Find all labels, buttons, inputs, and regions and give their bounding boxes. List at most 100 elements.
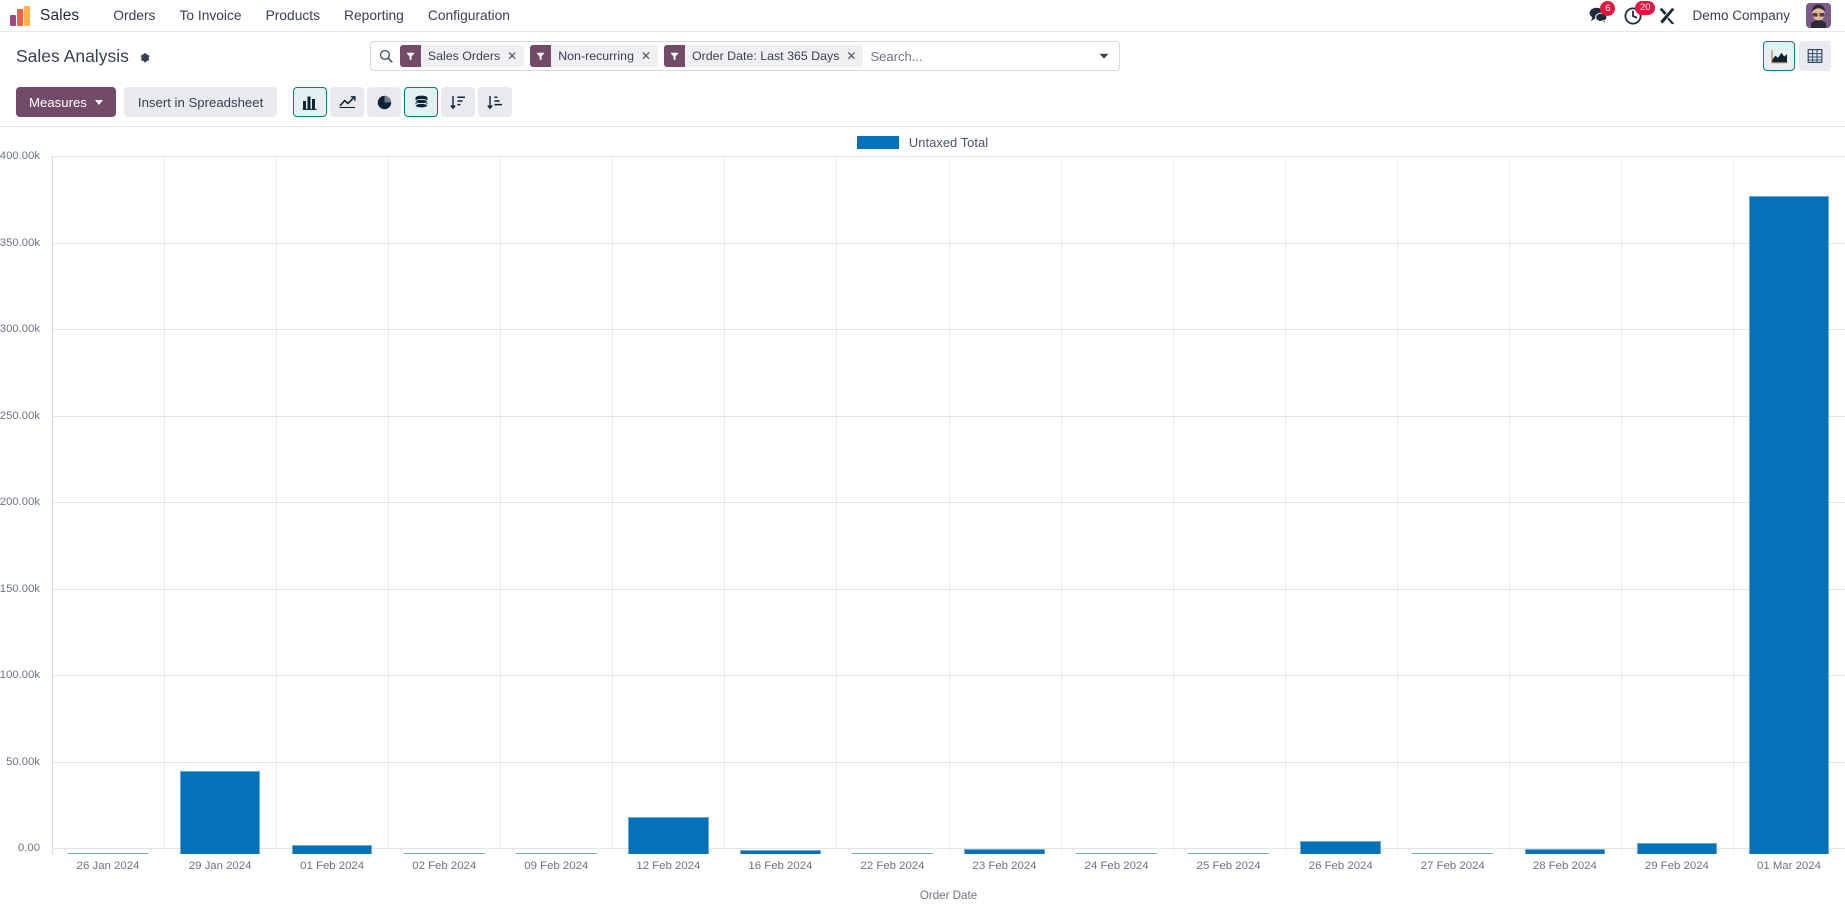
- bar-01-mar-2024[interactable]: [1748, 195, 1830, 854]
- bar-slot: [949, 156, 1061, 854]
- facet-remove-icon[interactable]: ✕: [846, 49, 863, 63]
- insert-in-spreadsheet-button[interactable]: Insert in Spreadsheet: [123, 87, 278, 117]
- bar-slot: [276, 156, 388, 854]
- messages-count-badge: 6: [1600, 1, 1616, 16]
- stacked-button[interactable]: [404, 87, 439, 117]
- bar-slot: [164, 156, 276, 854]
- company-name[interactable]: Demo Company: [1692, 8, 1790, 23]
- view-switcher: [1763, 41, 1831, 71]
- bar-chart-button[interactable]: [293, 87, 328, 117]
- bar-slot: [500, 156, 612, 854]
- facet-sales-orders[interactable]: Sales Orders ✕: [399, 45, 525, 67]
- y-axis-tick-label: 300.00k: [0, 323, 40, 335]
- bar-09-feb-2024[interactable]: [515, 852, 597, 854]
- nav-item-to-invoice[interactable]: To Invoice: [167, 4, 253, 27]
- filter-icon: [530, 45, 552, 67]
- x-axis-tick-label: 27 Feb 2024: [1420, 860, 1485, 872]
- search-facets: Sales Orders ✕ Non-recurring ✕ Order Dat…: [399, 45, 864, 67]
- activities-button[interactable]: 20: [1624, 0, 1656, 25]
- x-axis-tick-label: 25 Feb 2024: [1196, 860, 1261, 872]
- y-axis-tick-label: 200.00k: [0, 496, 40, 508]
- bar-01-feb-2024[interactable]: [291, 845, 373, 854]
- bar-26-jan-2024[interactable]: [67, 852, 149, 854]
- plot-area: [52, 156, 1845, 854]
- sort-ascending-button[interactable]: [478, 87, 513, 117]
- x-axis-tick-label: 26 Jan 2024: [76, 860, 140, 872]
- measures-button[interactable]: Measures: [16, 87, 116, 117]
- view-switcher-pivot[interactable]: [1799, 41, 1831, 71]
- facet-label: Order Date: Last 365 Days: [692, 49, 840, 63]
- messages-button[interactable]: 6: [1589, 1, 1616, 24]
- tools-icon[interactable]: [1658, 7, 1676, 25]
- control-panel: Sales Analysis Sales Orders ✕ Non-recurr…: [0, 32, 1845, 127]
- chart-type-button-group: [293, 87, 513, 117]
- bar-29-feb-2024[interactable]: [1636, 843, 1718, 854]
- measures-label: Measures: [29, 94, 87, 110]
- legend-label-untaxed-total: Untaxed Total: [908, 135, 989, 150]
- x-axis-tick-label: 09 Feb 2024: [524, 860, 589, 872]
- bar-29-jan-2024[interactable]: [179, 771, 261, 854]
- view-switcher-graph[interactable]: [1763, 41, 1795, 71]
- x-axis-tick-label: 12 Feb 2024: [636, 860, 701, 872]
- y-axis-tick-label: 400.00k: [0, 150, 40, 162]
- bar-slot: [52, 156, 164, 854]
- bar-series-untaxed-total: [52, 156, 1845, 854]
- bar-26-feb-2024[interactable]: [1300, 841, 1382, 854]
- bar-slot: [1621, 156, 1733, 854]
- page-title: Sales Analysis: [16, 46, 150, 67]
- facet-order-date[interactable]: Order Date: Last 365 Days ✕: [664, 45, 864, 67]
- facet-label: Sales Orders: [427, 49, 501, 63]
- nav-item-configuration[interactable]: Configuration: [416, 4, 522, 27]
- y-axis-tick-label: 250.00k: [0, 409, 40, 422]
- line-chart-button[interactable]: [330, 87, 365, 117]
- x-axis-tick-label: 29 Jan 2024: [188, 860, 252, 872]
- bar-slot: [724, 156, 836, 854]
- bar-slot: [1061, 156, 1173, 854]
- x-axis-tick-labels: 26 Jan 2024 29 Jan 2024 01 Feb 2024 02 Feb …: [52, 860, 1845, 878]
- bar-25-feb-2024[interactable]: [1188, 852, 1269, 854]
- control-panel-top-row: Sales Analysis Sales Orders ✕ Non-recurr…: [0, 32, 1845, 80]
- bar-slot: [1509, 156, 1621, 854]
- nav-item-reporting[interactable]: Reporting: [332, 4, 416, 27]
- bar-slot: [1397, 156, 1509, 854]
- bar-24-feb-2024[interactable]: [1076, 852, 1157, 854]
- chart-toolbar: Measures Insert in Spreadsheet: [0, 80, 1845, 126]
- bar-slot: [1733, 156, 1845, 854]
- y-axis-tick-label: 150.00k: [0, 582, 40, 595]
- pie-chart-button[interactable]: [367, 87, 402, 117]
- bar-22-feb-2024[interactable]: [852, 852, 933, 854]
- bar-28-feb-2024[interactable]: [1524, 848, 1606, 854]
- x-axis-tick-label: 01 Feb 2024: [300, 860, 365, 872]
- chevron-down-icon[interactable]: [1091, 53, 1117, 60]
- x-axis-title: Order Date: [919, 889, 978, 902]
- filter-icon: [664, 45, 686, 67]
- bar-16-feb-2024[interactable]: [740, 850, 821, 854]
- bar-23-feb-2024[interactable]: [964, 848, 1045, 854]
- bar-27-feb-2024[interactable]: [1412, 852, 1494, 854]
- app-name[interactable]: Sales: [40, 7, 79, 25]
- search-view[interactable]: Sales Orders ✕ Non-recurring ✕ Order Dat…: [369, 41, 1120, 71]
- navbar-right-section: 6 20 Demo Company: [1589, 0, 1831, 28]
- x-axis-tick-label: 24 Feb 2024: [1084, 860, 1149, 872]
- activities-count-badge: 20: [1635, 0, 1656, 15]
- top-navbar: Sales Orders To Invoice Products Reporti…: [0, 0, 1845, 32]
- nav-item-products[interactable]: Products: [254, 4, 332, 27]
- facet-label: Non-recurring: [558, 49, 634, 63]
- sort-descending-button[interactable]: [441, 87, 476, 117]
- y-axis-tick-label: 50.00k: [6, 755, 40, 768]
- y-axis-tick-label: 100.00k: [0, 669, 40, 681]
- facet-remove-icon[interactable]: ✕: [507, 49, 524, 63]
- x-axis-tick-label: 29 Feb 2024: [1644, 860, 1709, 872]
- bar-02-feb-2024[interactable]: [403, 852, 485, 854]
- facet-remove-icon[interactable]: ✕: [641, 49, 658, 63]
- x-axis-tick-label: 28 Feb 2024: [1532, 860, 1597, 872]
- bar-12-feb-2024[interactable]: [628, 817, 709, 854]
- odoo-logo-icon[interactable]: [10, 5, 32, 26]
- gear-icon[interactable]: [137, 50, 150, 63]
- nav-item-orders[interactable]: Orders: [101, 4, 167, 27]
- bar-slot: [388, 156, 500, 854]
- facet-non-recurring[interactable]: Non-recurring ✕: [530, 45, 659, 67]
- legend-swatch-untaxed-total[interactable]: [856, 136, 899, 149]
- avatar[interactable]: [1806, 3, 1831, 28]
- search-input[interactable]: [863, 48, 1091, 64]
